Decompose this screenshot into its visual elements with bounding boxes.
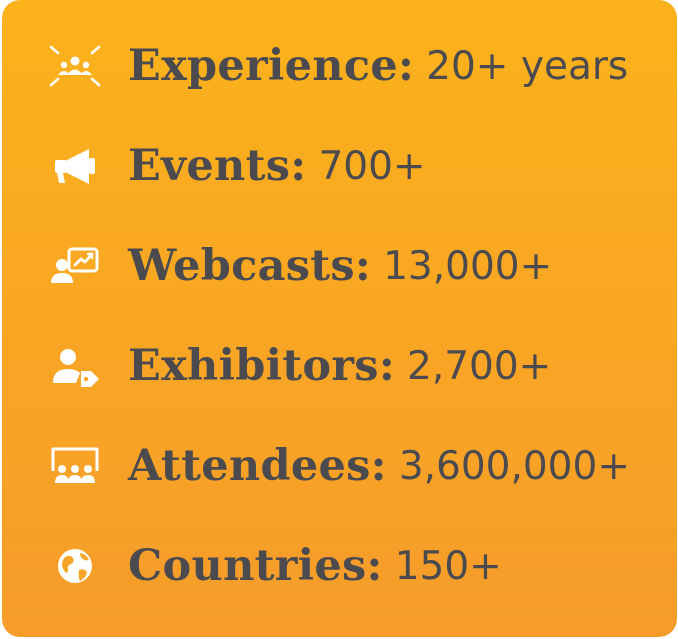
stat-experience: Experience: 20+ years	[46, 31, 628, 101]
stat-label: Events:	[128, 141, 307, 191]
stat-label: Webcasts:	[128, 241, 372, 291]
audience-icon	[46, 441, 104, 491]
stat-countries: Countries: 150+	[46, 531, 502, 601]
stat-webcasts: Webcasts: 13,000+	[46, 231, 552, 301]
stat-events: Events: 700+	[46, 131, 426, 201]
megaphone-icon	[46, 141, 104, 191]
stat-exhibitors: Exhibitors: 2,700+	[46, 331, 551, 401]
stat-label: Exhibitors:	[128, 341, 395, 391]
user-tag-icon	[46, 341, 104, 391]
presentation-chart-icon	[46, 241, 104, 291]
stat-value: 20+ years	[426, 43, 629, 89]
stat-value: 2,700+	[407, 343, 552, 389]
stats-list: Experience: 20+ years Events: 700+ Webca…	[2, 0, 677, 637]
globe-icon	[46, 541, 104, 591]
stat-label: Experience:	[128, 41, 415, 91]
stat-value: 3,600,000+	[398, 443, 630, 489]
stat-value: 700+	[318, 143, 426, 189]
stat-value: 150+	[394, 543, 502, 589]
stat-label: Attendees:	[128, 441, 387, 491]
stats-card: Experience: 20+ years Events: 700+ Webca…	[2, 0, 677, 637]
stat-attendees: Attendees: 3,600,000+	[46, 431, 630, 501]
stat-label: Countries:	[128, 541, 383, 591]
team-network-icon	[46, 41, 104, 91]
stat-value: 13,000+	[383, 243, 553, 289]
